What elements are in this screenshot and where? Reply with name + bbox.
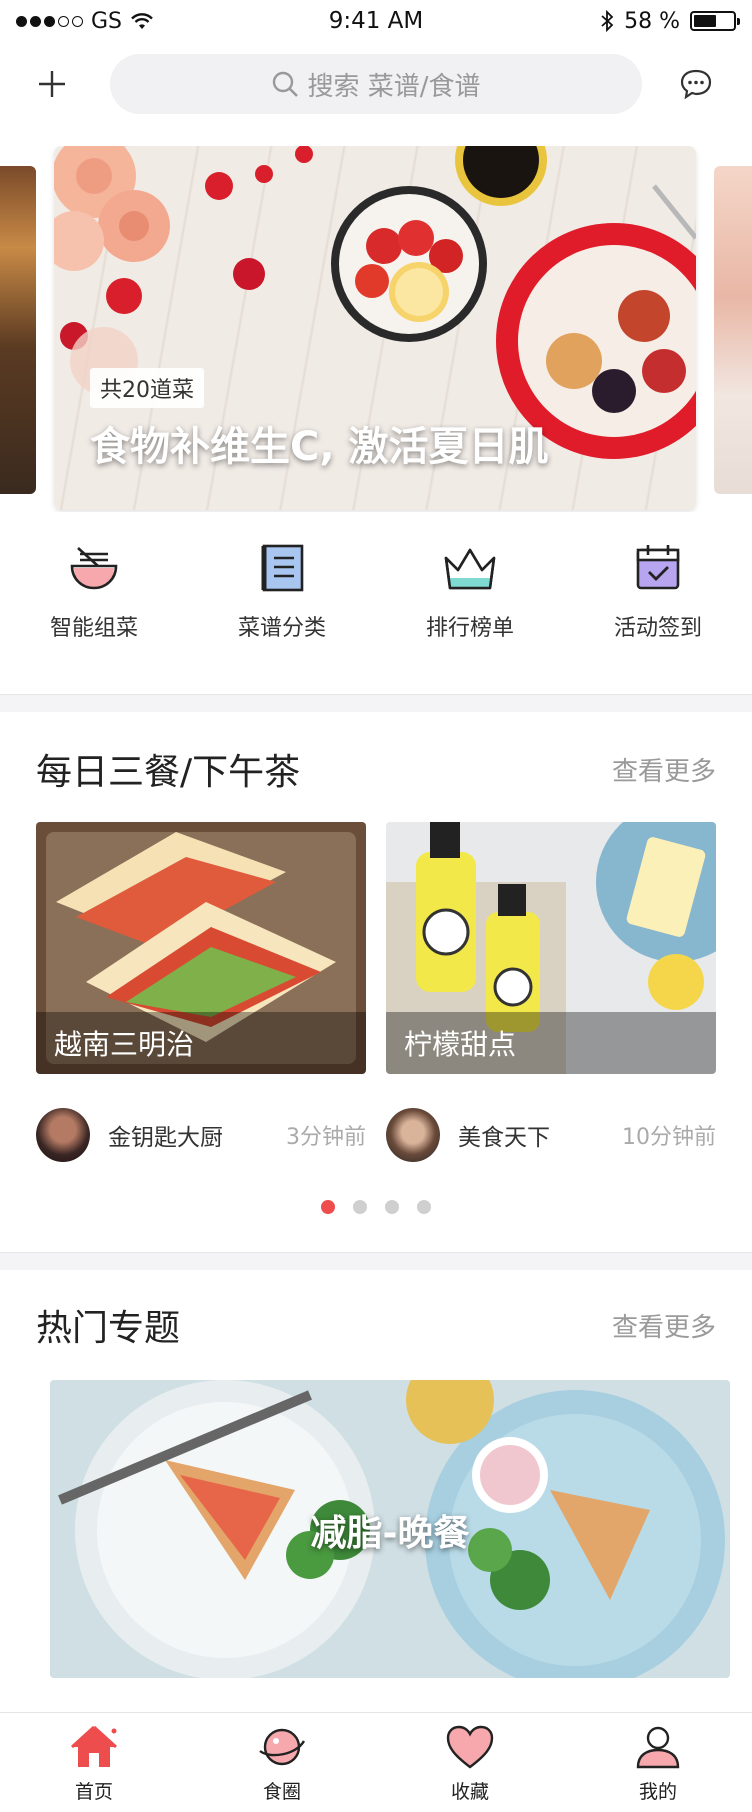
plus-icon [39, 71, 65, 97]
search-icon [273, 71, 299, 97]
quick-actions: 智能组菜 菜谱分类 排行榜单 活动签到 [0, 540, 752, 670]
banner-prev-card[interactable] [0, 166, 36, 494]
meal-card[interactable]: 柠檬甜点 [386, 822, 716, 1074]
status-right: 58 % [600, 8, 740, 34]
meal-card-caption: 越南三明治 [36, 1012, 366, 1074]
planet-icon [256, 1721, 308, 1773]
meal-card[interactable]: 越南三明治 [36, 822, 366, 1074]
section-divider [0, 694, 752, 712]
author-name: 美食天下 [458, 1125, 550, 1151]
crown-icon [442, 540, 498, 596]
quick-action-rankings[interactable]: 排行榜单 [376, 540, 564, 670]
tab-label: 食圈 [262, 1781, 301, 1803]
status-bar: GS 9:41 AM 58 % [0, 0, 752, 42]
bottom-tab-bar: 首页 食圈 收藏 我的 [0, 1712, 752, 1812]
meal-authors: 金钥匙大厨 3分钟前 美食天下 10分钟前 [36, 1108, 716, 1162]
calendar-check-icon [630, 540, 686, 596]
carrier-label: GS [91, 8, 123, 34]
quick-action-label: 智能组菜 [49, 616, 138, 641]
banner-next-card[interactable] [714, 166, 752, 494]
tab-home[interactable]: 首页 [0, 1713, 188, 1812]
meal-card-caption: 柠檬甜点 [386, 1012, 716, 1074]
topics-see-more-link[interactable]: 查看更多 [612, 1307, 716, 1344]
quick-action-checkin[interactable]: 活动签到 [564, 540, 752, 670]
meals-section-header: 每日三餐/下午茶 查看更多 [0, 744, 752, 794]
author-name: 金钥匙大厨 [108, 1125, 223, 1151]
search-placeholder: 搜索 菜谱/食谱 [307, 71, 481, 102]
wifi-icon [131, 13, 153, 29]
pager-dot[interactable] [353, 1200, 367, 1214]
post-time: 10分钟前 [622, 1125, 716, 1150]
add-button[interactable] [22, 54, 82, 114]
meals-see-more-link[interactable]: 查看更多 [612, 751, 716, 788]
quick-action-label: 菜谱分类 [237, 616, 326, 641]
meal-cards: 越南三明治 柠檬甜点 [36, 822, 716, 1074]
top-header: 搜索 菜谱/食谱 [0, 52, 752, 116]
section-divider [0, 1252, 752, 1270]
tab-label: 我的 [638, 1781, 677, 1803]
heart-icon [444, 1721, 496, 1773]
topic-card[interactable]: 减脂-晚餐 [50, 1380, 730, 1678]
meals-section-title: 每日三餐/下午茶 [36, 752, 301, 793]
battery-percent: 58 % [624, 8, 680, 34]
battery-icon [690, 11, 740, 31]
quick-action-label: 活动签到 [613, 616, 702, 641]
tab-profile[interactable]: 我的 [564, 1713, 752, 1812]
bowl-icon [66, 540, 122, 596]
pager-dot[interactable] [321, 1200, 335, 1214]
tab-food-circle[interactable]: 食圈 [188, 1713, 376, 1812]
user-icon [632, 1721, 684, 1773]
quick-action-label: 排行榜单 [425, 616, 514, 641]
banner-tag: 共20道菜 [90, 368, 204, 408]
meal-author[interactable]: 金钥匙大厨 3分钟前 [36, 1108, 366, 1162]
status-left: GS [16, 9, 154, 34]
bluetooth-icon [601, 10, 614, 32]
signal-icon [16, 15, 83, 27]
recipe-book-icon [254, 540, 310, 596]
banner-card[interactable]: 共20道菜 食物补维生C, 激活夏日肌 [54, 146, 696, 510]
pager-dot[interactable] [417, 1200, 431, 1214]
meal-author[interactable]: 美食天下 10分钟前 [386, 1108, 716, 1162]
status-time: 9:41 AM [328, 8, 424, 34]
topics-section-header: 热门专题 查看更多 [0, 1300, 752, 1350]
chat-bubble-icon [680, 69, 712, 100]
home-icon [68, 1721, 120, 1773]
banner-title: 食物补维生C, 激活夏日肌 [90, 424, 549, 470]
topics-section-title: 热门专题 [36, 1308, 181, 1349]
tab-label: 收藏 [450, 1781, 489, 1803]
pager-dot[interactable] [385, 1200, 399, 1214]
post-time: 3分钟前 [286, 1125, 366, 1150]
messages-button[interactable] [666, 54, 726, 114]
topic-title: 减脂-晚餐 [310, 1513, 470, 1554]
quick-action-recipe-category[interactable]: 菜谱分类 [188, 540, 376, 670]
carousel-pager [0, 1200, 752, 1214]
avatar [36, 1108, 90, 1162]
avatar [386, 1108, 440, 1162]
search-bar[interactable]: 搜索 菜谱/食谱 [110, 54, 642, 114]
tab-label: 首页 [74, 1781, 113, 1803]
tab-favorites[interactable]: 收藏 [376, 1713, 564, 1812]
banner-carousel[interactable]: 共20道菜 食物补维生C, 激活夏日肌 [0, 146, 752, 512]
quick-action-smart-menu[interactable]: 智能组菜 [0, 540, 188, 670]
